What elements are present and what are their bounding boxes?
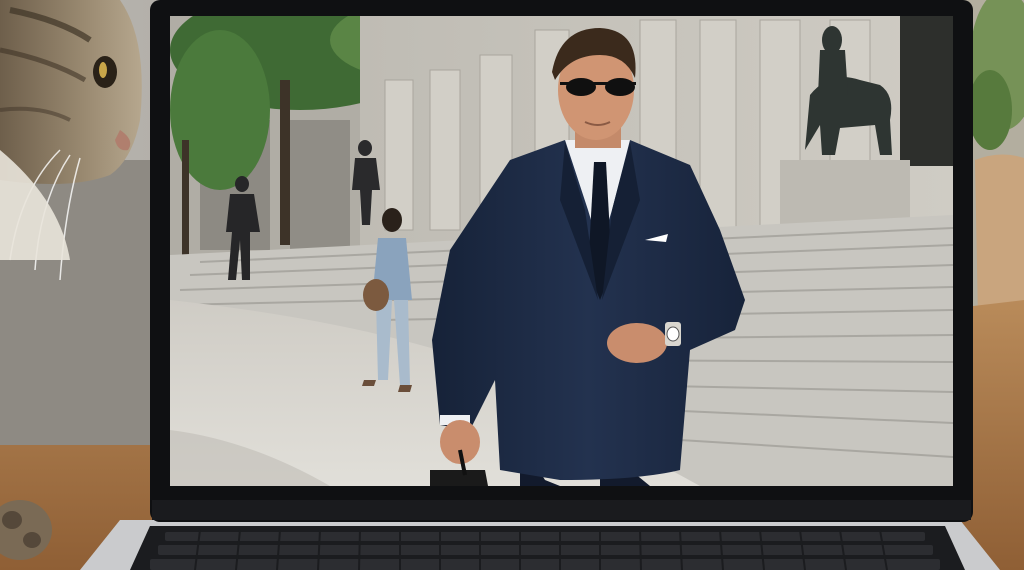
keyboard-keys: [150, 532, 940, 570]
bezel-chin: [152, 500, 971, 520]
photo-scene: [0, 0, 1024, 570]
dark-doorway: [900, 16, 953, 166]
scene-illustration: [0, 0, 1024, 570]
laptop-screen: [170, 16, 953, 486]
cat: [0, 0, 165, 445]
